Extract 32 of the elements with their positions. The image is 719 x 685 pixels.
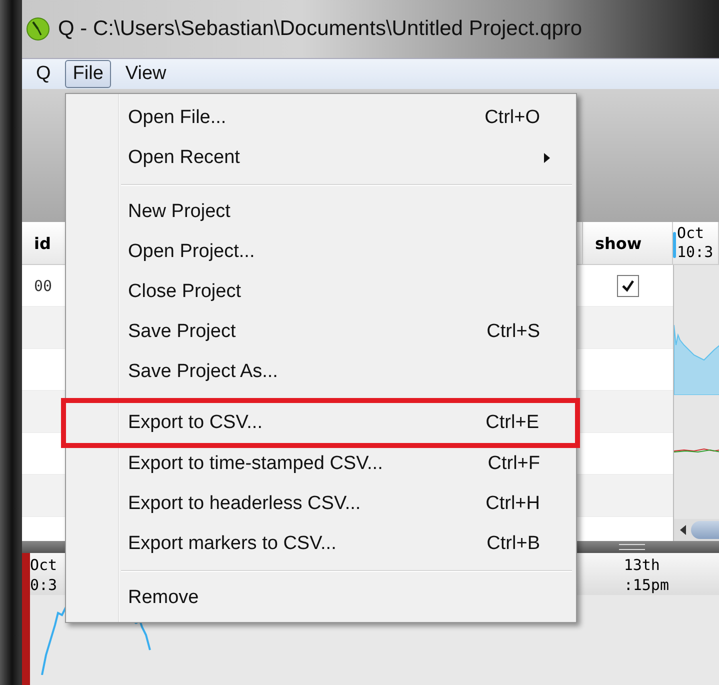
marker-icon bbox=[673, 232, 676, 258]
timeline-label: 13th bbox=[624, 555, 661, 575]
grip-icon[interactable] bbox=[619, 544, 645, 550]
window-title: Q - C:\Users\Sebastian\Documents\Untitled Project.qpro bbox=[58, 17, 582, 41]
menu-item[interactable]: Save Project As... bbox=[66, 352, 576, 392]
menu-item[interactable]: Export to time-stamped CSV... Ctrl+F bbox=[66, 444, 576, 484]
menu-item[interactable]: Open File... Ctrl+O bbox=[66, 98, 576, 138]
menu-item[interactable]: Save Project Ctrl+S bbox=[66, 312, 576, 352]
menu-item[interactable]: New Project bbox=[66, 192, 576, 232]
menu-item[interactable]: Q bbox=[28, 60, 59, 88]
table-cell-text: 00 bbox=[33, 276, 54, 294]
check-icon bbox=[621, 278, 635, 292]
checkbox[interactable] bbox=[617, 274, 639, 296]
scrollbar[interactable] bbox=[674, 519, 719, 541]
menu-item[interactable]: Export to CSV... Ctrl+E bbox=[66, 403, 575, 443]
clock-icon bbox=[26, 17, 50, 41]
menu-item[interactable]: Remove bbox=[66, 578, 576, 618]
menu-item[interactable]: Export to headerless CSV... Ctrl+H bbox=[66, 484, 576, 524]
left-arrow-icon[interactable] bbox=[680, 525, 686, 535]
menu-item[interactable]: File bbox=[64, 60, 112, 88]
menu-item[interactable]: Open Project... bbox=[66, 232, 576, 272]
menu-item[interactable]: View bbox=[117, 60, 174, 88]
playhead-marker[interactable] bbox=[22, 553, 30, 685]
menu-item[interactable]: Close Project bbox=[66, 272, 576, 312]
timeline-label: Oct 10:3 bbox=[677, 224, 714, 262]
menu-item[interactable]: Open Recent bbox=[66, 138, 576, 178]
scroll-thumb[interactable] bbox=[691, 521, 719, 539]
timeline-label: 0:3 bbox=[30, 575, 58, 595]
timeline-label: :15pm bbox=[624, 575, 669, 595]
menu-item[interactable]: Export markers to CSV... Ctrl+B bbox=[66, 524, 576, 564]
submenu-arrow-icon bbox=[544, 153, 550, 163]
timeline-label: Oct bbox=[30, 555, 58, 575]
